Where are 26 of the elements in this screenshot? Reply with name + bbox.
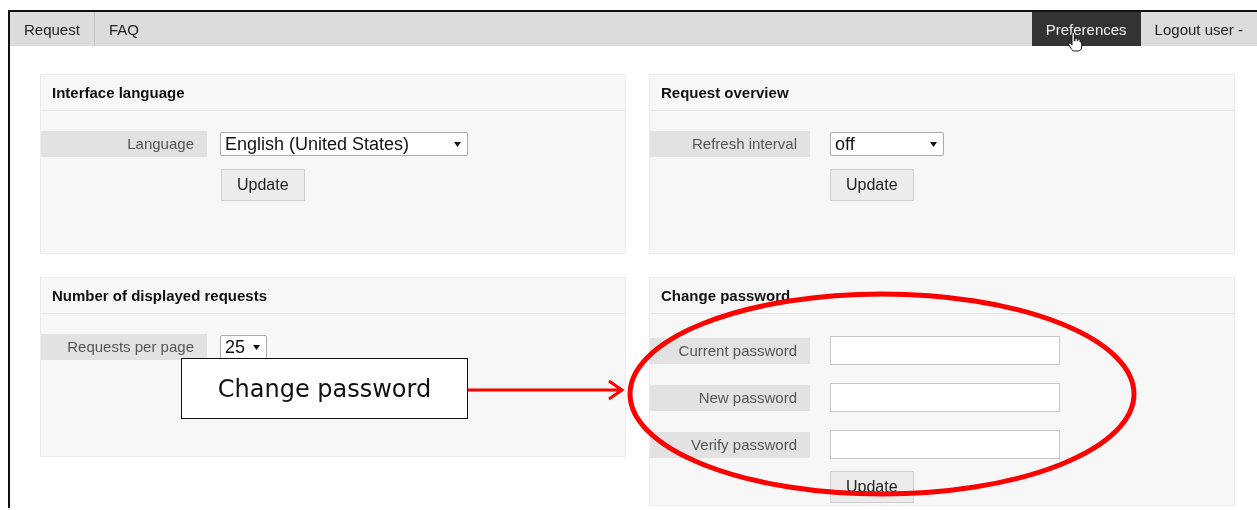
update-button[interactable]: Update [221,169,305,201]
password-field[interactable] [830,336,1060,365]
field-label: Verify password [650,431,810,458]
field-label: Current password [650,337,810,364]
password-field[interactable] [830,383,1060,412]
nav-link[interactable]: FAQ [94,12,153,46]
panel-title: Number of displayed requests [41,278,625,314]
callout-label: Change password [181,358,468,419]
field-label: Refresh interval [650,131,810,157]
nav-link[interactable]: Preferences [1031,12,1141,46]
dropdown[interactable]: off [830,132,944,156]
update-button[interactable]: Update [830,169,914,201]
field-label: Language [41,131,207,157]
dropdown[interactable]: 25 [220,335,268,359]
password-field[interactable] [830,430,1060,459]
caret-icon [454,141,461,147]
dropdown[interactable]: English (United States) [220,132,468,156]
panel-title: Request overview [650,75,1234,111]
caret-icon [930,141,937,147]
nav-link[interactable]: Logout user - [1140,12,1257,46]
nav-link[interactable]: Request [10,12,95,46]
caret-icon [253,344,261,350]
field-label: New password [650,384,810,411]
panel-title: Interface language [41,75,625,111]
field-label: Requests per page [41,334,207,360]
panel-title: Change password [650,278,1234,314]
